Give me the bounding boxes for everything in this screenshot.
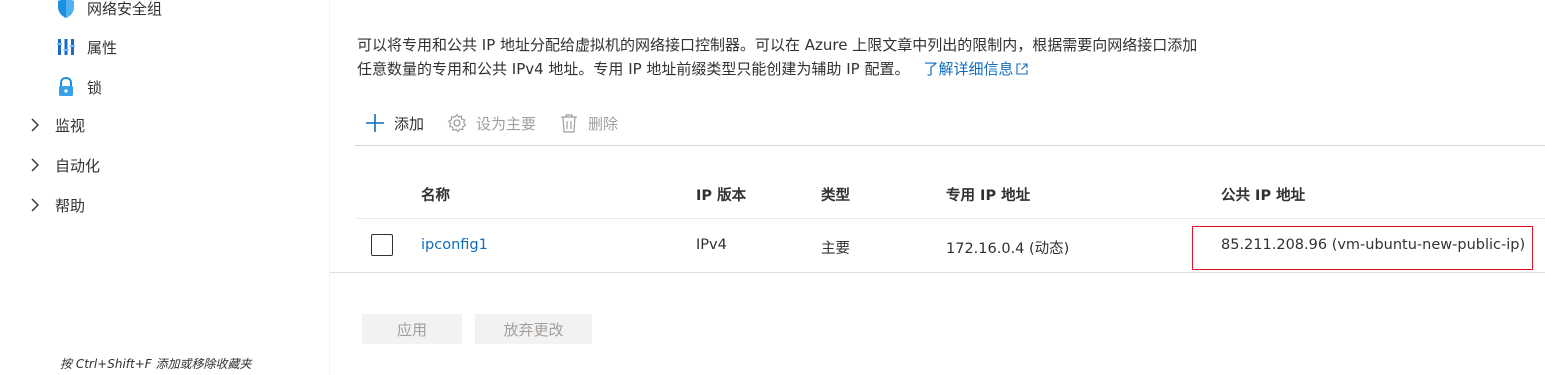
type-cell: 主要 (821, 241, 850, 257)
sidebar-group-monitoring[interactable]: 监视 (55, 115, 85, 136)
shield-icon (55, 0, 77, 19)
table-bottom-divider (330, 272, 1545, 273)
favorites-shortcut-hint: 按 Ctrl+Shift+F 添加或移除收藏夹 (60, 357, 252, 371)
column-header-private-ip[interactable]: 专用 IP 地址 (946, 184, 1030, 205)
external-link-icon (1016, 58, 1029, 82)
column-header-public-ip[interactable]: 公共 IP 地址 (1221, 184, 1305, 205)
column-header-type[interactable]: 类型 (821, 184, 850, 205)
header-row-divider (355, 218, 1545, 219)
sidebar-item-label: 锁 (87, 78, 103, 97)
sidebar-item-label: 网络安全组 (87, 0, 163, 18)
command-bar: 添加 设为主要 删除 (364, 110, 640, 136)
public-ip-highlight-box (1192, 226, 1533, 270)
set-primary-button[interactable]: 设为主要 (446, 112, 536, 134)
sidebar-item-properties[interactable]: 属性 (55, 36, 117, 58)
private-ip-cell: 172.16.0.4 (动态) (946, 241, 1070, 257)
plus-icon (364, 112, 386, 134)
properties-icon (55, 36, 77, 58)
apply-button[interactable]: 应用 (362, 314, 462, 344)
column-header-name[interactable]: 名称 (421, 184, 450, 205)
sidebar-item-network-security-group[interactable]: 网络安全组 (55, 0, 162, 19)
lock-icon (55, 76, 77, 98)
column-header-ip-version[interactable]: IP 版本 (696, 184, 746, 205)
page-description: 可以将专用和公共 IP 地址分配给虚拟机的网络接口控制器。可以在 Azure 上… (357, 33, 1277, 82)
toolbar-divider (355, 145, 1545, 146)
ipconfig-name-link[interactable]: ipconfig1 (421, 237, 488, 253)
sidebar-item-label: 属性 (87, 38, 118, 57)
trash-icon (558, 112, 580, 134)
gear-icon (446, 112, 468, 134)
ip-version-cell: IPv4 (696, 237, 727, 253)
description-line-2: 任意数量的专用和公共 IPv4 地址。专用 IP 地址前缀类型只能创建为辅助 I… (357, 57, 1277, 82)
sidebar-group-automation[interactable]: 自动化 (55, 155, 100, 176)
learn-more-link[interactable]: 了解详细信息 (923, 60, 1029, 78)
description-line-1: 可以将专用和公共 IP 地址分配给虚拟机的网络接口控制器。可以在 Azure 上… (357, 36, 1198, 54)
discard-changes-button[interactable]: 放弃更改 (475, 314, 592, 344)
sidebar-item-locks[interactable]: 锁 (55, 76, 102, 98)
chevron-right-icon[interactable] (28, 198, 42, 212)
add-button[interactable]: 添加 (364, 112, 424, 134)
sidebar: 网络安全组 属性 锁 监视 自动化 帮助 按 Ctrl+Shift+F 添加或移… (0, 0, 330, 375)
chevron-right-icon[interactable] (28, 158, 42, 172)
row-select-checkbox[interactable] (371, 234, 393, 256)
sidebar-group-help[interactable]: 帮助 (55, 195, 85, 216)
set-primary-button-label: 设为主要 (476, 114, 537, 133)
add-button-label: 添加 (394, 114, 425, 133)
chevron-right-icon[interactable] (28, 118, 42, 132)
delete-button[interactable]: 删除 (558, 112, 618, 134)
delete-button-label: 删除 (588, 114, 619, 133)
app-root: 网络安全组 属性 锁 监视 自动化 帮助 按 Ctrl+Shift+F 添加或移… (0, 0, 1545, 375)
